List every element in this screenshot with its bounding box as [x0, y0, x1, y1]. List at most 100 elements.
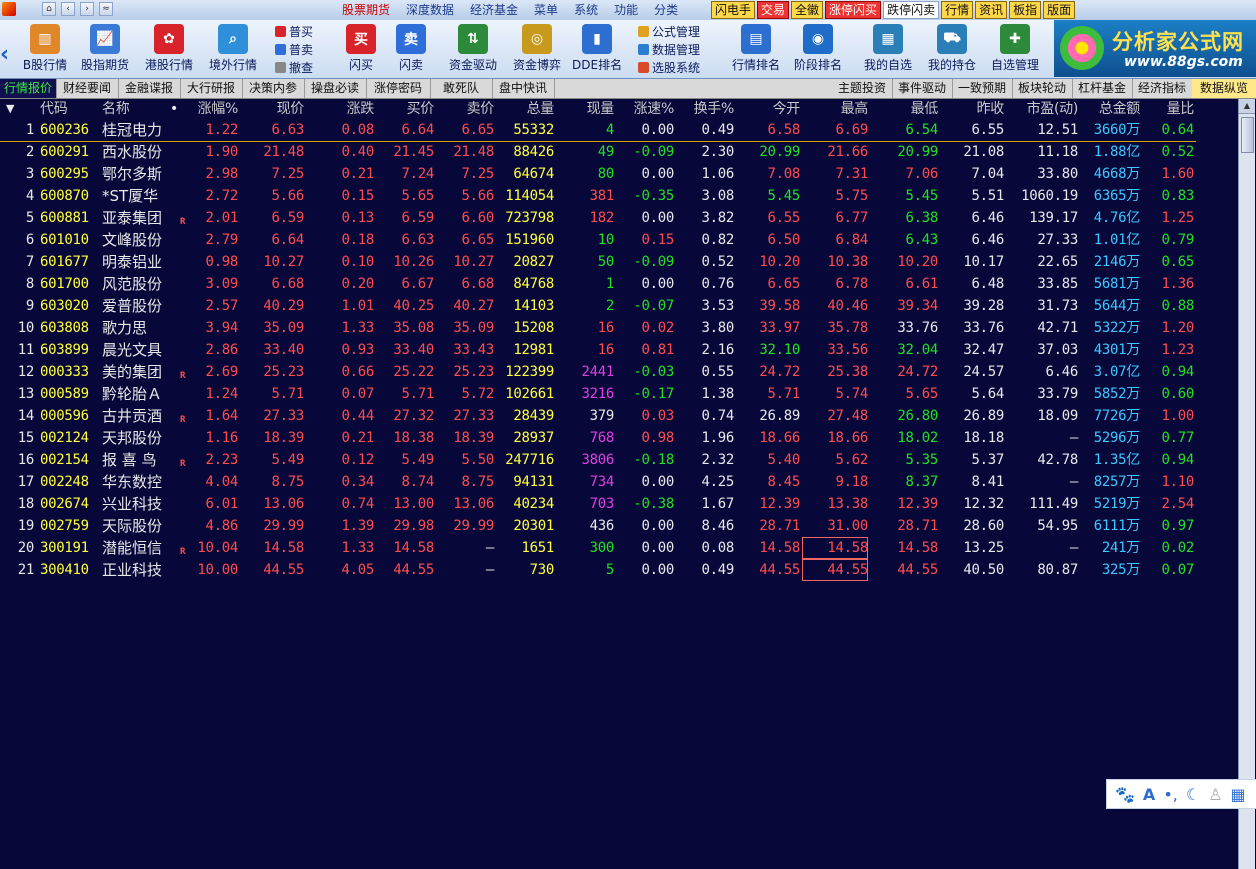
toolbar-button-13[interactable]: ✚ 自选管理 [986, 22, 1044, 76]
toolbar-button-2[interactable]: ✿ 港股行情 [140, 22, 198, 76]
table-row[interactable]: 17 002248 华东数控 4.04 8.75 0.34 8.74 8.75 94131 734… [0, 471, 1196, 493]
column-header-0[interactable]: 代码 [40, 99, 100, 119]
column-header-2[interactable]: 涨幅% [176, 99, 239, 119]
column-header-7[interactable]: 总量 [496, 99, 555, 119]
tab-right-1[interactable]: 事件驱动 [892, 79, 953, 98]
tab-3[interactable]: 大行研报 [180, 79, 243, 98]
column-header-13[interactable]: 最低 [870, 99, 939, 119]
column-header-14[interactable]: 昨收 [940, 99, 1005, 119]
tab-1[interactable]: 财经要闻 [56, 79, 119, 98]
column-header-5[interactable]: 买价 [376, 99, 435, 119]
table-row[interactable]: 11 603899 晨光文具 2.86 33.40 0.93 33.40 33.43 12981… [0, 339, 1196, 361]
quick-button-5[interactable]: 行情 [941, 1, 974, 19]
menu-6[interactable]: 分类 [646, 0, 686, 20]
collapse-icon[interactable]: ≈ [99, 2, 113, 16]
trade-item-2[interactable]: 撤查 [275, 59, 313, 77]
table-row[interactable]: 19 002759 天际股份 4.86 29.99 1.39 29.98 29.99 20301… [0, 515, 1196, 537]
forward-icon[interactable]: › [80, 2, 94, 16]
column-header-8[interactable]: 现量 [556, 99, 615, 119]
quick-button-3[interactable]: 涨停闪买 [825, 1, 882, 19]
toolbar-button-0[interactable]: ▥ B股行情 [18, 22, 72, 76]
table-row[interactable]: 9 603020 爱普股份 2.57 40.29 1.01 40.25 40.27 14103 2… [0, 295, 1196, 317]
vertical-scrollbar[interactable]: ▲ [1238, 99, 1255, 869]
table-row[interactable]: 8 601700 风范股份 3.09 6.68 0.20 6.67 6.68 84768 1 0.0… [0, 273, 1196, 295]
menu-4[interactable]: 系统 [566, 0, 606, 20]
toolbar-button-10[interactable]: ◉ 阶段排名 [790, 22, 846, 76]
toolbar-button-9[interactable]: ▤ 行情排名 [728, 22, 784, 76]
scroll-thumb[interactable] [1241, 117, 1254, 153]
table-row[interactable]: 15 002124 天邦股份 1.16 18.39 0.21 18.38 18.39 28937… [0, 427, 1196, 449]
tab-8[interactable]: 盘中快讯 [492, 79, 555, 98]
toolbar-button-4[interactable]: 买闪买 [338, 22, 384, 76]
trade-item-1[interactable]: 普卖 [275, 41, 313, 59]
formula-item-1[interactable]: 数据管理 [638, 41, 700, 59]
table-row[interactable]: 12 000333 美的集团 2.69 25.23 0.66 25.22 25.23 12239… [0, 361, 1196, 383]
table-row[interactable]: 4 600870 *ST厦华 2.72 5.66 0.15 5.65 5.66 114054 38… [0, 185, 1196, 207]
toolbar-button-7[interactable]: ◎ 资金博弈 [508, 22, 566, 76]
formula-item-2[interactable]: 选股系统 [638, 59, 700, 77]
table-row[interactable]: 20 300191 潜能恒信 10.04 14.58 1.33 14.58 — 1651 300 0… [0, 537, 1196, 559]
quick-button-7[interactable]: 板指 [1009, 1, 1042, 19]
tab-7[interactable]: 敢死队 [430, 79, 493, 98]
punctuation-icon[interactable]: •, [1163, 785, 1178, 804]
tab-2[interactable]: 金融谍报 [118, 79, 181, 98]
tab-6[interactable]: 涨停密码 [366, 79, 431, 98]
table-row[interactable]: 2 600291 西水股份 1.90 21.48 0.40 21.45 21.48 88426 4… [0, 141, 1196, 163]
quick-button-0[interactable]: 闪电手 [711, 1, 756, 19]
text-icon[interactable]: A [1143, 785, 1155, 804]
menu-3[interactable]: 菜单 [526, 0, 566, 20]
toolbar-button-6[interactable]: ⇅ 资金驱动 [444, 22, 502, 76]
column-header-11[interactable]: 今开 [736, 99, 801, 119]
column-header-12[interactable]: 最高 [802, 99, 869, 119]
tab-right-5[interactable]: 经济指标 [1132, 79, 1193, 98]
table-row[interactable]: 16 002154 报 喜 鸟 2.23 5.49 0.12 5.49 5.50 247716 3… [0, 449, 1196, 471]
toolbar-button-5[interactable]: 卖闪卖 [388, 22, 434, 76]
column-header-16[interactable]: 总金额 [1080, 99, 1140, 119]
quick-button-8[interactable]: 版面 [1043, 1, 1076, 19]
moon-icon[interactable]: ☾ [1186, 785, 1200, 804]
tab-right-0[interactable]: 主题投资 [832, 79, 893, 98]
tab-right-4[interactable]: 杠杆基金 [1072, 79, 1133, 98]
quick-button-2[interactable]: 全徽 [791, 1, 824, 19]
grid-icon[interactable]: ▦ [1231, 785, 1246, 804]
toolbar-button-12[interactable]: ⛟ 我的持仓 [924, 22, 980, 76]
toolbar-button-11[interactable]: ▦ 我的自选 [860, 22, 916, 76]
toolbar-button-1[interactable]: 📈 股指期货 [76, 22, 134, 76]
back-icon[interactable]: ‹ [61, 2, 75, 16]
tab-0[interactable]: 行情报价 [0, 79, 57, 98]
tab-right-2[interactable]: 一致预期 [952, 79, 1013, 98]
tab-5[interactable]: 操盘必读 [304, 79, 367, 98]
user-icon[interactable]: ♙ [1208, 785, 1222, 804]
table-row[interactable]: 5 600881 亚泰集团 2.01 6.59 0.13 6.59 6.60 723798 182… [0, 207, 1196, 229]
column-header-1[interactable]: 名称 [102, 99, 162, 119]
table-row[interactable]: 14 000596 古井贡酒 1.64 27.33 0.44 27.32 27.33 28439… [0, 405, 1196, 427]
table-row[interactable]: 18 002674 兴业科技 6.01 13.06 0.74 13.00 13.06 40234… [0, 493, 1196, 515]
quick-button-6[interactable]: 资讯 [975, 1, 1008, 19]
quick-button-4[interactable]: 跌停闪卖 [883, 1, 940, 19]
table-row[interactable]: 3 600295 鄂尔多斯 2.98 7.25 0.21 7.24 7.25 64674 80 0.… [0, 163, 1196, 185]
column-header-9[interactable]: 涨速% [616, 99, 675, 119]
trade-item-0[interactable]: 普买 [275, 23, 313, 41]
menu-1[interactable]: 深度数据 [398, 0, 462, 20]
home-icon[interactable]: ⌂ [42, 2, 56, 16]
table-row[interactable]: 7 601677 明泰铝业 0.98 10.27 0.10 10.26 10.27 20827 5… [0, 251, 1196, 273]
column-header-6[interactable]: 卖价 [436, 99, 495, 119]
table-row[interactable]: 13 000589 黔轮胎Ａ 1.24 5.71 0.07 5.71 5.72 102661 32… [0, 383, 1196, 405]
column-header-17[interactable]: 量比 [1142, 99, 1195, 119]
quick-button-1[interactable]: 交易 [757, 1, 790, 19]
tab-right-6[interactable]: 数据纵览 [1192, 79, 1256, 98]
formula-item-0[interactable]: 公式管理 [638, 23, 700, 41]
table-row[interactable]: 6 601010 文峰股份 2.79 6.64 0.18 6.63 6.65 151960 10 0… [0, 229, 1196, 251]
column-header-10[interactable]: 换手% [676, 99, 735, 119]
tab-4[interactable]: 决策内参 [242, 79, 305, 98]
menu-5[interactable]: 功能 [606, 0, 646, 20]
column-options-icon[interactable]: • [170, 99, 178, 119]
paw-icon[interactable]: 🐾 [1115, 785, 1135, 804]
column-header-4[interactable]: 涨跌 [306, 99, 375, 119]
collapse-arrow-icon[interactable]: ‹ [0, 42, 9, 67]
table-row[interactable]: 21 300410 正业科技 10.00 44.55 4.05 44.55 — 730 5 0.00… [0, 559, 1196, 581]
menu-2[interactable]: 经济基金 [462, 0, 526, 20]
column-header-3[interactable]: 现价 [240, 99, 305, 119]
table-row[interactable]: 10 603808 歌力思 3.94 35.09 1.33 35.08 35.09 15208 1… [0, 317, 1196, 339]
scroll-up-icon[interactable]: ▲ [1239, 99, 1255, 114]
